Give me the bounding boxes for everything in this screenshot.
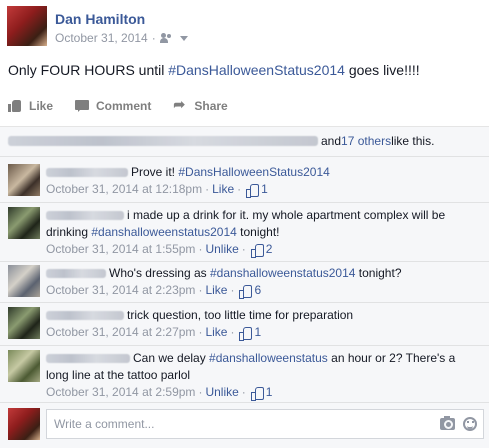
current-user-avatar[interactable]: [8, 408, 40, 440]
comment-time[interactable]: October 31, 2014 at 12:18pm: [46, 181, 202, 198]
blurred-liker-names: [8, 136, 318, 146]
comment-meta: October 31, 2014 at 1:55pm · Unlike · 2: [46, 241, 273, 258]
divider: [0, 402, 489, 403]
thumbs-up-icon: [250, 243, 264, 258]
comment-meta: October 31, 2014 at 12:18pm · Like · 1: [46, 181, 268, 198]
divider: [0, 156, 489, 157]
comment-text-part: Who's dressing as: [109, 266, 210, 280]
comment-like-count[interactable]: 1: [261, 181, 268, 198]
meta-separator: ·: [151, 31, 156, 45]
comment-input[interactable]: [46, 409, 484, 439]
comment-text: trick question, too little time for prep…: [46, 307, 480, 324]
write-comment-row: [8, 408, 484, 440]
comment-body: i made up a drink for it. my whole apart…: [46, 207, 480, 258]
commenter-avatar[interactable]: [8, 164, 40, 196]
friends-icon[interactable]: [159, 33, 174, 43]
post-text-part: goes live!!!!: [344, 62, 420, 78]
comment-text: Prove it! #DansHalloweenStatus2014: [46, 164, 480, 181]
comment-like-count[interactable]: 1: [254, 324, 261, 341]
thumbs-up-icon: [239, 284, 253, 299]
likes-suffix: like this.: [391, 134, 435, 148]
author-avatar[interactable]: [7, 6, 47, 46]
comment-meta: October 31, 2014 at 2:59pm · Unlike · 1: [46, 384, 273, 401]
comment-time[interactable]: October 31, 2014 at 1:55pm: [46, 241, 195, 258]
comment-like-link[interactable]: Like: [212, 181, 234, 198]
post-actions: Like Comment Share: [8, 96, 250, 116]
comment-time[interactable]: October 31, 2014 at 2:27pm: [46, 324, 195, 341]
comment-like-count[interactable]: 1: [266, 384, 273, 401]
blurred-commenter-name[interactable]: [46, 168, 128, 177]
commenter-avatar[interactable]: [8, 265, 40, 297]
blurred-commenter-name[interactable]: [46, 269, 106, 278]
commenter-avatar[interactable]: [8, 350, 40, 382]
comment-body: Prove it! #DansHalloweenStatus2014 Octob…: [46, 164, 480, 198]
comment-text-part: tonight?: [355, 266, 402, 280]
comment-unlike-link[interactable]: Unlike: [205, 241, 238, 258]
divider: [0, 202, 489, 203]
blurred-commenter-name[interactable]: [46, 211, 124, 220]
comment-like-count[interactable]: 2: [266, 241, 273, 258]
blurred-commenter-name[interactable]: [46, 311, 124, 320]
comment-hashtag[interactable]: #DansHalloweenStatus2014: [178, 165, 329, 179]
speech-bubble-icon: [75, 100, 90, 112]
emoji-icon[interactable]: [463, 417, 477, 431]
commenter-avatar[interactable]: [8, 307, 40, 339]
comment-time[interactable]: October 31, 2014 at 2:23pm: [46, 282, 195, 299]
comment-text-part: Can we delay: [133, 351, 210, 365]
comment-text-part: trick question, too little time for prep…: [127, 308, 354, 322]
divider: [0, 302, 489, 303]
divider: [0, 261, 489, 262]
likes-and-text: and: [321, 134, 342, 148]
share-button[interactable]: Share: [173, 96, 227, 116]
like-button[interactable]: Like: [8, 96, 53, 116]
comment-like-link[interactable]: Like: [205, 324, 227, 341]
comment-hashtag[interactable]: #danshalloweenstatus: [209, 351, 328, 365]
comment-meta: October 31, 2014 at 2:23pm · Like · 6: [46, 282, 262, 299]
comment-body: Who's dressing as #danshalloweenstatus20…: [46, 265, 480, 299]
post-text-part: Only FOUR HOURS until: [8, 62, 169, 78]
thumbs-up-icon: [246, 183, 260, 198]
comment-like-count[interactable]: 6: [254, 282, 261, 299]
post-hashtag[interactable]: #DansHalloweenStatus2014: [168, 62, 345, 78]
commenter-avatar[interactable]: [8, 207, 40, 239]
comment-label: Comment: [96, 99, 152, 113]
camera-icon[interactable]: [440, 416, 455, 430]
comment-body: Can we delay #danshalloweenstatus an hou…: [46, 350, 480, 401]
comment-time[interactable]: October 31, 2014 at 2:59pm: [46, 384, 195, 401]
chevron-down-icon[interactable]: [179, 35, 188, 41]
share-label: Share: [194, 99, 228, 113]
comment-button[interactable]: Comment: [75, 96, 151, 116]
comment-hashtag[interactable]: #danshalloweenstatus2014: [210, 266, 355, 280]
likes-others-link[interactable]: 17 others: [341, 134, 391, 148]
share-arrow-icon: [173, 97, 187, 112]
post-text: Only FOUR HOURS until #DansHalloweenStat…: [8, 62, 420, 78]
comment-body: trick question, too little time for prep…: [46, 307, 480, 341]
comment-like-link[interactable]: Like: [205, 282, 227, 299]
likes-summary: and 17 others like this.: [8, 133, 434, 149]
author-name[interactable]: Dan Hamilton: [55, 11, 145, 27]
comment-text: Who's dressing as #danshalloweenstatus20…: [46, 265, 480, 282]
post-date[interactable]: October 31, 2014: [55, 31, 148, 45]
comment-meta: October 31, 2014 at 2:27pm · Like · 1: [46, 324, 262, 341]
divider: [0, 345, 489, 346]
comment-hashtag[interactable]: #danshalloweenstatus2014: [91, 225, 236, 239]
like-label: Like: [29, 99, 54, 113]
comment-text: Can we delay #danshalloweenstatus an hou…: [46, 350, 480, 384]
blurred-commenter-name[interactable]: [46, 354, 130, 363]
thumbs-up-icon: [250, 386, 264, 401]
comment-text-part: tonight!: [236, 225, 280, 239]
comment-text-part: Prove it!: [131, 165, 179, 179]
thumbs-up-icon: [8, 100, 22, 112]
comment-text: i made up a drink for it. my whole apart…: [46, 207, 480, 241]
comment-unlike-link[interactable]: Unlike: [205, 384, 238, 401]
post-meta: October 31, 2014 ·: [55, 31, 188, 45]
thumbs-up-icon: [239, 326, 253, 341]
facebook-post: Dan Hamilton October 31, 2014 · Only FOU…: [0, 0, 489, 448]
